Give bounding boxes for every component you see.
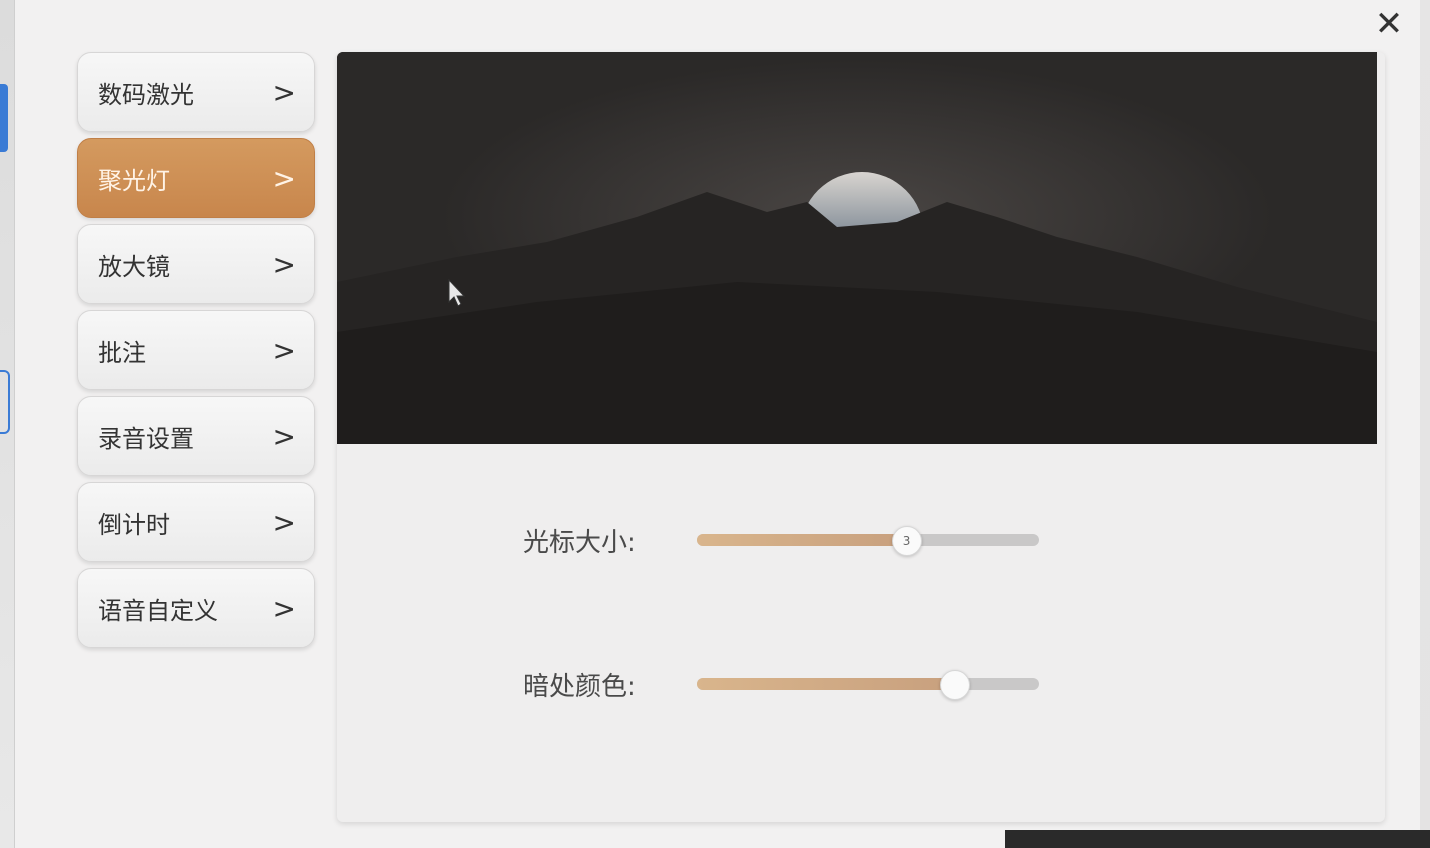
cursor-size-label: 光标大小: bbox=[523, 527, 636, 558]
chevron-right-icon: > bbox=[272, 75, 296, 109]
sidebar-item-label: 语音自定义 bbox=[98, 596, 218, 625]
sidebar-item-magnifier[interactable]: 放大镜 > bbox=[77, 224, 315, 304]
chevron-right-icon: > bbox=[272, 333, 296, 367]
sidebar-item-recording-settings[interactable]: 录音设置 > bbox=[77, 396, 315, 476]
spotlight-settings-panel: 光标大小: 3 暗处颜色: bbox=[337, 52, 1385, 822]
chevron-right-icon: > bbox=[272, 419, 296, 453]
chevron-right-icon: > bbox=[272, 505, 296, 539]
slider-fill bbox=[697, 678, 954, 690]
sidebar-item-label: 放大镜 bbox=[98, 252, 170, 281]
sidebar-item-label: 聚光灯 bbox=[98, 166, 170, 195]
dark-color-row: 暗处颜色: bbox=[523, 664, 1223, 704]
background-blue-element bbox=[0, 84, 8, 152]
sidebar-item-label: 数码激光 bbox=[98, 80, 194, 109]
slider-fill bbox=[697, 534, 906, 546]
sidebar-item-label: 录音设置 bbox=[98, 424, 194, 453]
cursor-size-row: 光标大小: 3 bbox=[523, 520, 1223, 560]
dark-color-label: 暗处颜色: bbox=[523, 671, 636, 702]
sidebar-item-annotation[interactable]: 批注 > bbox=[77, 310, 315, 390]
taskbar-fragment bbox=[1005, 830, 1430, 848]
settings-dialog: ✕ 数码激光 > 聚光灯 > 放大镜 > 批注 > 录音设置 > 倒计时 > 语… bbox=[15, 0, 1420, 848]
close-button[interactable]: ✕ bbox=[1371, 6, 1407, 42]
sidebar-item-custom-voice[interactable]: 语音自定义 > bbox=[77, 568, 315, 648]
background-blue-outline bbox=[0, 370, 10, 434]
chevron-right-icon: > bbox=[272, 591, 296, 625]
dark-color-slider[interactable] bbox=[697, 670, 1039, 700]
slider-thumb[interactable]: 3 bbox=[891, 526, 922, 556]
cursor-size-slider[interactable]: 3 bbox=[697, 526, 1039, 556]
settings-sidebar: 数码激光 > 聚光灯 > 放大镜 > 批注 > 录音设置 > 倒计时 > 语音自… bbox=[77, 52, 317, 654]
chevron-right-icon: > bbox=[272, 247, 296, 281]
chevron-right-icon: > bbox=[272, 161, 296, 195]
background-window-edge bbox=[0, 0, 15, 848]
sidebar-item-digital-laser[interactable]: 数码激光 > bbox=[77, 52, 315, 132]
sidebar-item-label: 批注 bbox=[98, 338, 146, 367]
sidebar-item-spotlight[interactable]: 聚光灯 > bbox=[77, 138, 315, 218]
preview-scene bbox=[337, 52, 1377, 444]
spotlight-preview-image bbox=[337, 52, 1377, 444]
slider-thumb[interactable] bbox=[939, 670, 970, 700]
sidebar-item-label: 倒计时 bbox=[98, 510, 170, 539]
sidebar-item-countdown[interactable]: 倒计时 > bbox=[77, 482, 315, 562]
